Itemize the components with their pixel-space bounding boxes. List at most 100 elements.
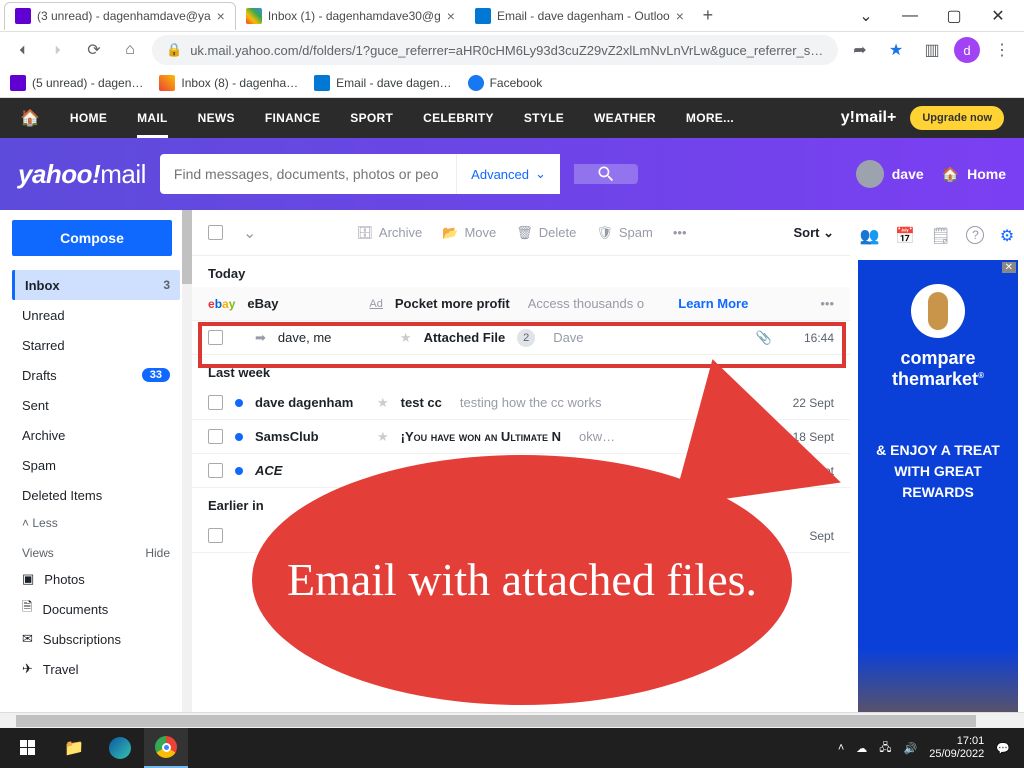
close-icon[interactable]: ×	[217, 8, 225, 24]
home-button[interactable]: ⌂	[116, 36, 144, 64]
minimize-icon[interactable]: —	[888, 0, 932, 32]
close-icon[interactable]: ×	[676, 8, 684, 24]
archive-button[interactable]: 🗄Archive	[356, 225, 422, 241]
star-icon[interactable]: ★	[377, 395, 389, 411]
more-button[interactable]: •••	[673, 225, 687, 240]
notes-icon[interactable]: 🗒	[931, 226, 951, 246]
select-all-checkbox[interactable]	[208, 225, 223, 240]
delete-button[interactable]: 🗑Delete	[516, 225, 576, 241]
folder-starred[interactable]: Starred	[12, 330, 180, 360]
user-menu[interactable]: dave	[856, 160, 924, 188]
profile-avatar[interactable]: d	[954, 37, 980, 63]
row-checkbox[interactable]	[208, 528, 223, 543]
notifications-icon[interactable]: 💬	[996, 742, 1010, 755]
share-button[interactable]: ➦	[846, 36, 874, 64]
folder-unread[interactable]: Unread	[12, 300, 180, 330]
view-photos[interactable]: ▣Photos	[12, 564, 180, 594]
close-icon[interactable]: ×	[447, 8, 455, 24]
back-button[interactable]	[8, 36, 36, 64]
message-row[interactable]: ACE 18 Sept	[192, 454, 850, 488]
more-icon[interactable]: •••	[820, 296, 834, 311]
nav-more[interactable]: MORE...	[686, 111, 734, 125]
search-input[interactable]	[160, 154, 456, 194]
view-travel[interactable]: ✈Travel	[12, 654, 180, 684]
onedrive-icon[interactable]: ☁	[856, 742, 867, 755]
row-checkbox[interactable]	[208, 429, 223, 444]
bookmark-yahoo[interactable]: (5 unread) - dagen…	[10, 75, 143, 91]
row-checkbox[interactable]	[208, 395, 223, 410]
folder-spam[interactable]: Spam	[12, 450, 180, 480]
folder-drafts[interactable]: Drafts33	[12, 360, 180, 390]
home-icon[interactable]: 🏠	[20, 108, 40, 128]
folder-archive[interactable]: Archive	[12, 420, 180, 450]
help-icon[interactable]: ?	[966, 226, 984, 244]
sort-button[interactable]: Sort ⌄	[793, 225, 834, 241]
browser-tab-yahoo[interactable]: (3 unread) - dagenhamdave@ya ×	[4, 2, 236, 30]
nav-finance[interactable]: FINANCE	[265, 111, 320, 125]
scrollbar-thumb[interactable]	[16, 715, 976, 727]
nav-mail[interactable]: MAIL	[137, 111, 168, 138]
bookmark-gmail[interactable]: Inbox (8) - dagenha…	[159, 75, 298, 91]
message-row[interactable]: dave dagenham ★ test cc testing how the …	[192, 386, 850, 420]
spam-button[interactable]: 🛡Spam	[596, 225, 652, 241]
nav-style[interactable]: STYLE	[524, 111, 564, 125]
url-bar[interactable]: 🔒 uk.mail.yahoo.com/d/folders/1?guce_ref…	[152, 35, 838, 65]
yahoo-mail-logo[interactable]: yahoo!mail	[18, 159, 146, 190]
star-icon[interactable]: ★	[377, 429, 389, 445]
maximize-icon[interactable]: ▢	[932, 0, 976, 32]
extensions-button[interactable]: ▥	[918, 36, 946, 64]
gear-icon[interactable]: ⚙	[1000, 226, 1014, 246]
browser-tab-outlook[interactable]: Email - dave dagenham - Outloo ×	[465, 2, 694, 30]
chevron-down-icon[interactable]: ⌄	[243, 223, 256, 243]
view-subscriptions[interactable]: ✉Subscriptions	[12, 624, 180, 654]
contacts-icon[interactable]: 👥	[860, 226, 880, 246]
close-window-icon[interactable]: ✕	[976, 0, 1020, 32]
start-button[interactable]	[6, 728, 50, 768]
nav-celebrity[interactable]: CELEBRITY	[423, 111, 494, 125]
upgrade-button[interactable]: Upgrade now	[910, 106, 1004, 130]
advanced-search[interactable]: Advanced⌄	[456, 154, 560, 194]
row-checkbox[interactable]	[208, 330, 223, 345]
star-icon[interactable]: ★	[400, 330, 412, 346]
sidebar-ad[interactable]: ✕ comparethemarket® & ENJOY A TREAT WITH…	[858, 260, 1018, 740]
nav-home[interactable]: HOME	[70, 111, 107, 125]
calendar-icon[interactable]: 📅	[895, 226, 915, 246]
nav-sport[interactable]: SPORT	[350, 111, 393, 125]
message-row[interactable]: ➡ dave, me ★ Attached File 2 Dave 📎 16:4…	[192, 321, 850, 355]
file-explorer-icon[interactable]: 📁	[52, 728, 96, 768]
learn-more-link[interactable]: Learn More	[678, 296, 748, 311]
chrome-icon[interactable]	[144, 728, 188, 768]
reload-button[interactable]: ⟳	[80, 36, 108, 64]
row-checkbox[interactable]	[208, 463, 223, 478]
sidebar-scrollbar-track[interactable]	[182, 210, 192, 728]
bookmark-star-icon[interactable]: ★	[882, 36, 910, 64]
chevron-down-icon[interactable]: ⌄	[844, 0, 888, 32]
move-button[interactable]: 📂Move	[442, 225, 496, 241]
home-link[interactable]: 🏠Home	[942, 166, 1006, 183]
view-documents[interactable]: 🗎Documents	[12, 594, 180, 624]
edge-icon[interactable]	[98, 728, 142, 768]
folder-inbox[interactable]: Inbox3	[12, 270, 180, 300]
search-button[interactable]	[574, 164, 638, 184]
volume-icon[interactable]: 🔊	[904, 742, 918, 755]
hide-views[interactable]: Hide	[145, 546, 170, 560]
nav-weather[interactable]: WEATHER	[594, 111, 656, 125]
folder-sent[interactable]: Sent	[12, 390, 180, 420]
tray-chevron-icon[interactable]: ˄	[838, 742, 844, 754]
bookmark-outlook[interactable]: Email - dave dagen…	[314, 75, 451, 91]
less-toggle[interactable]: ˄ Less	[12, 510, 180, 536]
horizontal-scrollbar[interactable]	[0, 712, 1024, 728]
menu-button[interactable]: ⋮	[988, 36, 1016, 64]
message-row[interactable]: SamsClub ★ ¡You have won an Ultimate N o…	[192, 420, 850, 454]
folder-deleted[interactable]: Deleted Items	[12, 480, 180, 510]
network-icon[interactable]: 🖧	[879, 739, 891, 758]
clock[interactable]: 17:0125/09/2022	[929, 735, 984, 761]
new-tab-button[interactable]: +	[694, 2, 722, 30]
browser-tab-gmail[interactable]: Inbox (1) - dagenhamdave30@g ×	[236, 2, 465, 30]
compose-button[interactable]: Compose	[12, 220, 172, 256]
ad-close-icon[interactable]: ✕	[1002, 262, 1016, 273]
bookmark-facebook[interactable]: Facebook	[468, 75, 543, 91]
nav-news[interactable]: NEWS	[198, 111, 235, 125]
ad-row[interactable]: ebay eBay Ad Pocket more profit Access t…	[192, 287, 850, 321]
sidebar-scrollbar-thumb[interactable]	[182, 210, 192, 284]
